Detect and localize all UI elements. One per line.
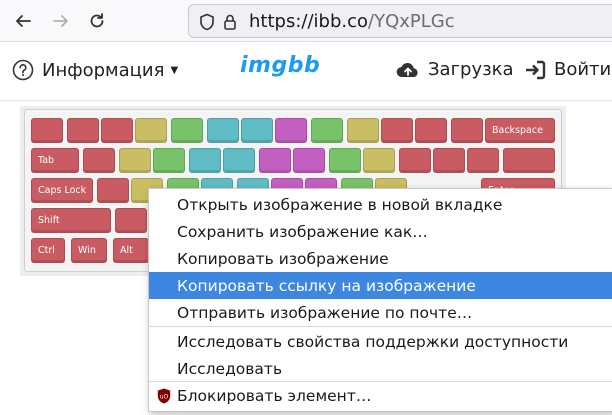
key — [363, 148, 395, 173]
upload-button[interactable]: Загрузка — [396, 59, 514, 80]
key — [83, 148, 115, 173]
upload-label: Загрузка — [428, 59, 514, 80]
reload-icon — [90, 13, 104, 28]
key — [311, 118, 343, 143]
key — [115, 208, 147, 233]
lock-icon[interactable] — [223, 13, 237, 31]
key-shift: Shift — [31, 208, 111, 233]
url-domain: https://ibb.co — [249, 11, 369, 32]
url-path: /YQxPLGc — [368, 11, 455, 32]
url-text: https://ibb.co/YQxPLGc — [249, 11, 455, 32]
key — [293, 148, 325, 173]
site-logo[interactable]: imgbb — [240, 53, 320, 78]
menu-item-copy-image-link[interactable]: Копировать ссылку на изображение — [149, 272, 612, 299]
caret-down-icon: ▼ — [170, 64, 179, 76]
menu-item-save-image-as[interactable]: Сохранить изображение как… — [149, 218, 612, 245]
forward-button[interactable] — [46, 6, 76, 36]
login-label: Войти — [554, 59, 612, 80]
key — [31, 118, 63, 143]
key — [451, 118, 483, 143]
help-circle-icon — [12, 59, 34, 81]
key — [347, 118, 379, 143]
key — [381, 118, 413, 143]
menu-item-inspect[interactable]: Исследовать — [149, 355, 612, 382]
key-caps-lock: Caps Lock — [31, 178, 93, 203]
menu-separator — [149, 326, 612, 327]
info-menu-button[interactable]: Информация ▼ — [12, 59, 178, 81]
login-button[interactable]: Войти — [524, 59, 611, 80]
key — [275, 118, 307, 143]
key — [119, 148, 151, 173]
key-tab: Tab — [31, 148, 79, 173]
key — [135, 118, 167, 143]
key — [207, 118, 239, 143]
key — [399, 148, 431, 173]
key — [153, 148, 185, 173]
menu-item-email-image[interactable]: Отправить изображение по почте… — [149, 299, 612, 326]
context-menu: Открыть изображение в новой вкладке Сохр… — [148, 188, 612, 412]
menu-item-block-element[interactable]: Блокировать элемент… — [149, 382, 612, 409]
back-button[interactable] — [8, 6, 38, 36]
menu-item-copy-image[interactable]: Копировать изображение — [149, 245, 612, 272]
reload-button[interactable] — [82, 6, 112, 36]
sign-in-icon — [526, 60, 546, 79]
key — [67, 118, 99, 143]
key — [97, 178, 129, 203]
key-backspace: Backspace — [485, 118, 555, 143]
info-menu-label: Информация — [42, 59, 165, 81]
key — [503, 148, 555, 173]
cloud-upload-icon — [396, 62, 418, 77]
key — [241, 118, 273, 143]
key — [223, 148, 255, 173]
key — [433, 148, 465, 173]
menu-item-inspect-accessibility[interactable]: Исследовать свойства поддержки доступнос… — [149, 328, 612, 355]
key — [171, 118, 203, 143]
key-win: Win — [71, 238, 107, 263]
key-alt: Alt — [113, 238, 149, 263]
key — [329, 148, 361, 173]
key — [259, 148, 291, 173]
arrow-right-icon — [53, 15, 68, 27]
key — [101, 118, 133, 143]
browser-toolbar: https://ibb.co/YQxPLGc — [0, 0, 612, 42]
key — [467, 148, 499, 173]
key-ctrl: Ctrl — [31, 238, 65, 263]
menu-item-open-image-new-tab[interactable]: Открыть изображение в новой вкладке — [149, 191, 612, 218]
site-header: Информация ▼ imgbb Загрузка Войти — [0, 43, 612, 101]
address-bar[interactable]: https://ibb.co/YQxPLGc — [188, 4, 612, 38]
shield-icon[interactable] — [199, 13, 215, 31]
arrow-left-icon — [16, 15, 31, 27]
key — [415, 118, 447, 143]
key — [189, 148, 221, 173]
